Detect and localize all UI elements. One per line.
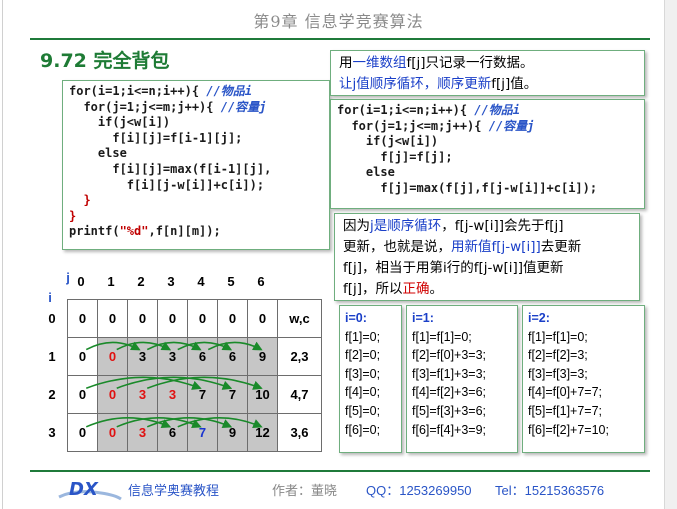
iteration-box-i2: i=2: f[1]=f[1]=0; f[2]=f[2]=3; f[3]=f[3]=3;… <box>522 305 645 453</box>
iteration-line: f[5]=0; <box>345 403 381 418</box>
iteration-line: f[1]=0; <box>345 329 381 344</box>
iteration-line: f[5]=f[3]+3=6; <box>412 403 487 418</box>
iteration-line: f[1]=f[1]=0; <box>412 329 472 344</box>
iteration-line: f[6]=f[2]+7=10; <box>528 422 609 437</box>
footer-author: 作者：董晓 <box>272 484 338 499</box>
iteration-line: f[4]=f[2]+3=6; <box>412 385 487 400</box>
iteration-line: f[5]=f[1]+7=7; <box>528 403 603 418</box>
iteration-line: f[3]=f[3]=3; <box>528 366 588 381</box>
iteration-header: i=1: <box>412 311 434 325</box>
iteration-header: i=0: <box>345 311 367 325</box>
iteration-line: f[1]=f[1]=0; <box>528 329 588 344</box>
footer-rule <box>30 470 650 472</box>
iteration-line: f[6]=f[4]+3=9; <box>412 422 487 437</box>
dx-logo-icon: DX <box>58 479 122 501</box>
iteration-line: f[2]=0; <box>345 348 381 363</box>
iteration-line: f[3]=0; <box>345 366 381 381</box>
svg-text:DX: DX <box>69 479 99 500</box>
footer-tel: Tel：15215363576 <box>495 483 605 498</box>
update-arrow <box>116 376 233 390</box>
iteration-box-i1: i=1: f[1]=f[1]=0; f[2]=f[0]+3=3; f[3]=f[1]+… <box>406 305 518 453</box>
iteration-line: f[3]=f[1]+3=3; <box>412 366 487 381</box>
iteration-line: f[2]=f[0]+3=3; <box>412 348 487 363</box>
scrollbar[interactable] <box>664 0 677 509</box>
iteration-line: f[2]=f[2]=3; <box>528 348 588 363</box>
iteration-line: f[4]=f[0]+7=7; <box>528 385 603 400</box>
footer-book: 信息学奥赛教程 <box>128 484 220 499</box>
footer-qq: QQ：1253269950 <box>366 483 472 498</box>
iteration-line: f[4]=0; <box>345 385 381 400</box>
iteration-box-i0: i=0: f[1]=0; f[2]=0; f[3]=0; f[4]=0; f[5]=0; f… <box>339 305 402 453</box>
iteration-header: i=2: <box>528 311 550 325</box>
iteration-line: f[6]=0; <box>345 422 381 437</box>
